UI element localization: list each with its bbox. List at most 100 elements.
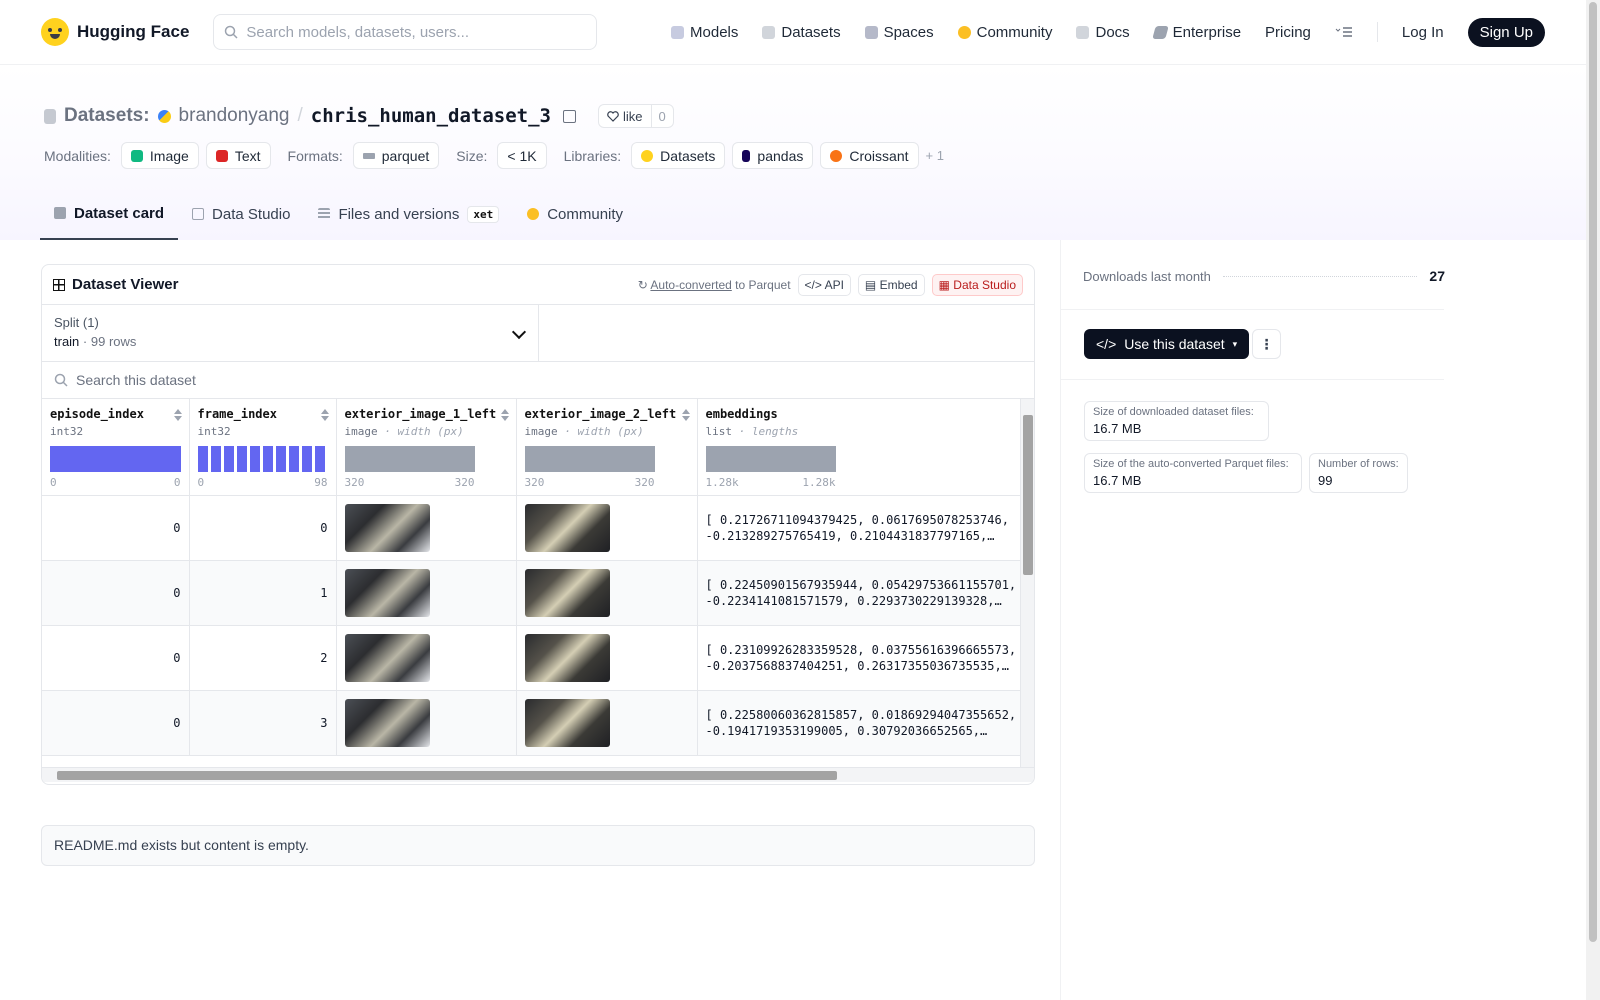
copy-icon[interactable]	[562, 109, 576, 123]
horizontal-scrollbar[interactable]	[42, 767, 1034, 782]
like-button[interactable]: like 0	[597, 104, 674, 128]
tag-pandas[interactable]: pandas	[732, 142, 814, 169]
embed-button[interactable]: ▤ Embed	[857, 273, 925, 296]
cell-embeddings[interactable]: [ 0.22450901567935944, 0.054297536611557…	[697, 560, 1034, 626]
use-dataset-button[interactable]: </> Use this dataset ▾	[1084, 329, 1250, 359]
split-selector[interactable]: Split (1) train · 99 rows	[42, 305, 539, 361]
tag-croissant[interactable]: Croissant	[820, 142, 919, 169]
cell-frame-index[interactable]: 2	[189, 625, 337, 691]
scrollbar-thumb[interactable]	[1023, 415, 1033, 575]
histogram-bar[interactable]	[50, 446, 181, 472]
page-scrollbar-thumb[interactable]	[1589, 2, 1597, 942]
table-row[interactable]: 0 2 [ 0.23109926283359528, 0.03755616396…	[42, 625, 1034, 691]
nav-enterprise[interactable]: Enterprise	[1151, 24, 1241, 41]
histogram-bar[interactable]	[524, 446, 655, 472]
nav-pricing[interactable]: Pricing	[1265, 24, 1311, 41]
cell-image-1[interactable]	[336, 495, 517, 561]
dataset-search-input[interactable]: Search this dataset	[42, 362, 1034, 399]
image-thumbnail[interactable]	[344, 503, 430, 552]
cell-embeddings[interactable]: [ 0.22580060362815857, 0.018692940473556…	[697, 690, 1034, 756]
table-row[interactable]: 0 1 [ 0.22450901567935944, 0.05429753661…	[42, 560, 1034, 626]
histogram-bar[interactable]	[236, 446, 247, 472]
global-search-input[interactable]: Search models, datasets, users...	[213, 14, 598, 50]
auto-converted-link[interactable]: Auto-converted	[650, 278, 731, 292]
owner-link[interactable]: brandonyang	[179, 105, 290, 127]
image-thumbnail[interactable]	[524, 698, 610, 747]
column-header-exterior-image-1[interactable]: exterior_image_1_left image · width (px)…	[336, 399, 517, 496]
cell-episode-index[interactable]: 0	[42, 495, 190, 561]
image-thumbnail[interactable]	[524, 503, 610, 552]
more-options-button[interactable]: ⋮	[1252, 329, 1281, 359]
cell-embeddings[interactable]: [ 0.21726711094379425, 0.061769507825374…	[697, 495, 1034, 561]
nav-spaces[interactable]: Spaces	[864, 24, 934, 41]
cell-frame-index[interactable]: 3	[189, 690, 337, 756]
nav-datasets[interactable]: Datasets	[762, 24, 841, 41]
cell-episode-index[interactable]: 0	[42, 560, 190, 626]
image-thumbnail[interactable]	[344, 568, 430, 617]
dataset-name[interactable]: chris_human_dataset_3	[311, 105, 551, 127]
histogram-bar[interactable]	[705, 446, 836, 472]
column-header-frame-index[interactable]: frame_index int32 0 98	[189, 399, 337, 496]
tag-parquet[interactable]: parquet	[352, 142, 440, 169]
column-header-exterior-image-2[interactable]: exterior_image_2_left image · width (px)…	[516, 399, 698, 496]
column-header-embeddings[interactable]: embeddings list · lengths 1.28k 1.28k	[697, 399, 1034, 496]
histogram-bar[interactable]	[314, 446, 325, 472]
image-thumbnail[interactable]	[524, 633, 610, 682]
tag-image[interactable]: Image	[120, 142, 199, 169]
tag-text[interactable]: Text	[205, 142, 271, 169]
cell-image-2[interactable]	[516, 625, 698, 691]
cell-image-1[interactable]	[336, 690, 517, 756]
login-link[interactable]: Log In	[1402, 24, 1444, 41]
cell-image-2[interactable]	[516, 690, 698, 756]
scrollbar-thumb[interactable]	[57, 771, 837, 780]
histogram-bar[interactable]	[223, 446, 234, 472]
image-thumbnail[interactable]	[344, 633, 430, 682]
cell-episode-index[interactable]: 0	[42, 625, 190, 691]
nav-models[interactable]: Models	[671, 24, 738, 41]
cell-frame-index[interactable]: 0	[189, 495, 337, 561]
histogram-bar[interactable]	[262, 446, 273, 472]
histogram-bar[interactable]	[288, 446, 299, 472]
data-table-container[interactable]: episode_index int32 00 frame_index int32	[42, 399, 1034, 782]
histogram-bar[interactable]	[344, 446, 475, 472]
data-studio-button[interactable]: ▦ Data Studio	[931, 273, 1023, 296]
histogram-bar[interactable]	[210, 446, 221, 472]
vertical-scrollbar[interactable]	[1020, 399, 1034, 767]
tab-dataset-card[interactable]: Dataset card	[40, 188, 179, 240]
more-libraries[interactable]: + 1	[926, 148, 944, 163]
cell-frame-index[interactable]: 1	[189, 560, 337, 626]
tag-datasets[interactable]: Datasets	[631, 142, 726, 169]
section-label[interactable]: Datasets:	[64, 105, 150, 127]
menu-icon[interactable]	[1335, 26, 1353, 38]
cell-image-2[interactable]	[516, 495, 698, 561]
page-scrollbar[interactable]	[1586, 0, 1600, 1000]
column-header-episode-index[interactable]: episode_index int32 0 0	[42, 399, 190, 496]
sort-icon[interactable]	[173, 409, 182, 421]
image-thumbnail[interactable]	[524, 568, 610, 617]
tab-files[interactable]: Files and versions xet	[304, 188, 513, 240]
cell-embeddings[interactable]: [ 0.23109926283359528, 0.037556163966655…	[697, 625, 1034, 691]
brand-logo[interactable]: Hugging Face	[41, 18, 189, 46]
histogram-bar[interactable]	[301, 446, 312, 472]
image-thumbnail[interactable]	[344, 698, 430, 747]
tab-community[interactable]: Community	[513, 188, 637, 240]
tag-size[interactable]: < 1K	[497, 142, 547, 169]
signup-button[interactable]: Sign Up	[1467, 17, 1545, 47]
nav-docs[interactable]: Docs	[1076, 24, 1130, 41]
auto-converted-note[interactable]: ↻ Auto-converted to Parquet	[638, 278, 791, 292]
api-button[interactable]: </> API	[797, 273, 851, 296]
nav-community[interactable]: Community	[957, 24, 1052, 41]
cell-image-1[interactable]	[336, 625, 517, 691]
cell-episode-index[interactable]: 0	[42, 690, 190, 756]
table-row[interactable]: 0 0 [ 0.21726711094379425, 0.06176950782…	[42, 495, 1034, 561]
histogram-bar[interactable]	[249, 446, 260, 472]
sort-icon[interactable]	[500, 409, 509, 421]
cell-image-1[interactable]	[336, 560, 517, 626]
cell-image-2[interactable]	[516, 560, 698, 626]
sort-icon[interactable]	[681, 409, 690, 421]
histogram-bar[interactable]	[275, 446, 286, 472]
table-row[interactable]: 0 3 [ 0.22580060362815857, 0.01869294047…	[42, 690, 1034, 756]
histogram-bar[interactable]	[197, 446, 208, 472]
sort-icon[interactable]	[320, 409, 329, 421]
tab-data-studio[interactable]: Data Studio	[178, 188, 304, 240]
